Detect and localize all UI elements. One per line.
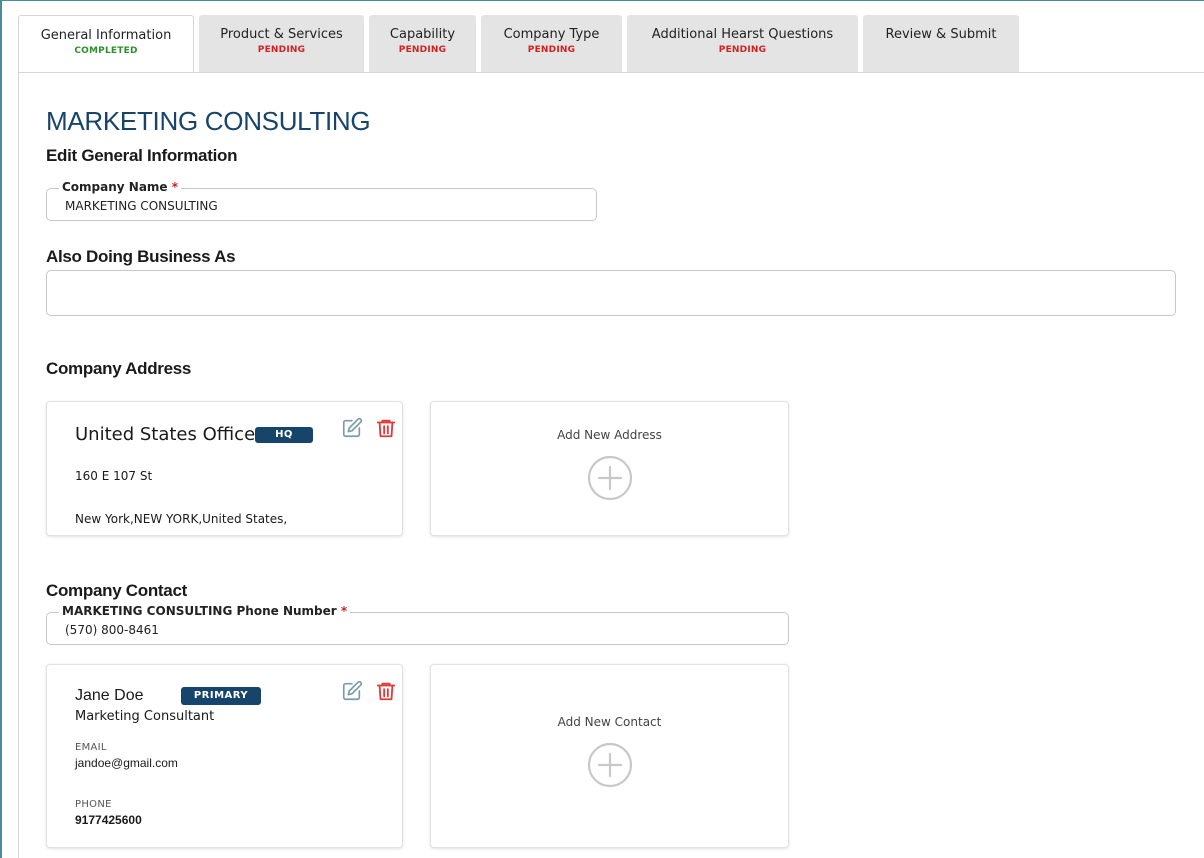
dba-input[interactable] [46, 270, 1176, 316]
page-title: MARKETING CONSULTING [46, 106, 371, 136]
address-card: United States Office HQ 160 E 107 St New… [46, 401, 403, 536]
tab-status: PENDING [257, 45, 306, 55]
address-line-1: 160 E 107 St [75, 469, 153, 483]
contact-name: Jane Doe [75, 687, 144, 704]
dba-label: Also Doing Business As [46, 247, 236, 266]
add-address-label: Add New Address [557, 428, 662, 442]
tab-label: Additional Hearst Questions [651, 27, 834, 42]
tab-general-information[interactable]: General Information COMPLETED [18, 15, 194, 73]
edit-icon[interactable] [341, 680, 363, 702]
email-label: EMAIL [75, 742, 107, 753]
trash-icon[interactable] [375, 417, 397, 439]
primary-badge: PRIMARY [181, 687, 261, 705]
required-mark: * [171, 180, 179, 194]
plus-circle-icon[interactable] [586, 454, 634, 502]
company-name-label: Company Name * [59, 180, 182, 194]
tab-label: Capability [389, 27, 456, 42]
address-line-2: New York,NEW YORK,United States, [75, 512, 288, 526]
contact-phone: 9177425600 [75, 813, 142, 827]
tab-label: Company Type [503, 27, 600, 42]
tab-status: PENDING [527, 45, 576, 55]
tab-company-type[interactable]: Company Type PENDING [481, 15, 622, 72]
tab-label: Review & Submit [885, 27, 997, 42]
company-name-field[interactable]: Company Name * MARKETING CONSULTING [46, 180, 597, 221]
tab-label: Product & Services [220, 27, 343, 42]
company-name-value: MARKETING CONSULTING [65, 199, 218, 213]
plus-circle-icon[interactable] [586, 741, 634, 789]
phone-label: PHONE [75, 799, 112, 810]
contact-card: Jane Doe PRIMARY Marketing Consultant EM… [46, 664, 403, 848]
add-address-card[interactable]: Add New Address [430, 401, 789, 536]
company-phone-field[interactable]: MARKETING CONSULTING Phone Number * (570… [46, 604, 789, 645]
contact-email: jandoe@gmail.com [75, 756, 178, 770]
tab-review-submit[interactable]: Review & Submit [863, 15, 1019, 72]
tab-label: General Information [40, 28, 172, 43]
add-contact-label: Add New Contact [557, 715, 662, 729]
page-subtitle: Edit General Information [46, 146, 238, 165]
tab-status: PENDING [398, 45, 447, 55]
tab-product-services[interactable]: Product & Services PENDING [199, 15, 364, 72]
company-contact-heading: Company Contact [46, 581, 187, 600]
tab-additional-hearst-questions[interactable]: Additional Hearst Questions PENDING [627, 15, 858, 72]
company-phone-value: (570) 800-8461 [65, 623, 159, 637]
address-name: United States Office [75, 424, 256, 445]
step-tabs: General Information COMPLETED Product & … [18, 15, 1019, 73]
company-address-heading: Company Address [46, 359, 192, 378]
required-mark: * [340, 604, 348, 618]
tab-status: COMPLETED [74, 46, 138, 56]
trash-icon[interactable] [375, 680, 397, 702]
add-contact-card[interactable]: Add New Contact [430, 664, 789, 848]
tab-status: PENDING [718, 45, 767, 55]
hq-badge: HQ [255, 427, 313, 443]
tab-capability[interactable]: Capability PENDING [369, 15, 476, 72]
company-phone-label: MARKETING CONSULTING Phone Number * [59, 604, 351, 618]
contact-role: Marketing Consultant [75, 709, 215, 724]
edit-icon[interactable] [341, 417, 363, 439]
